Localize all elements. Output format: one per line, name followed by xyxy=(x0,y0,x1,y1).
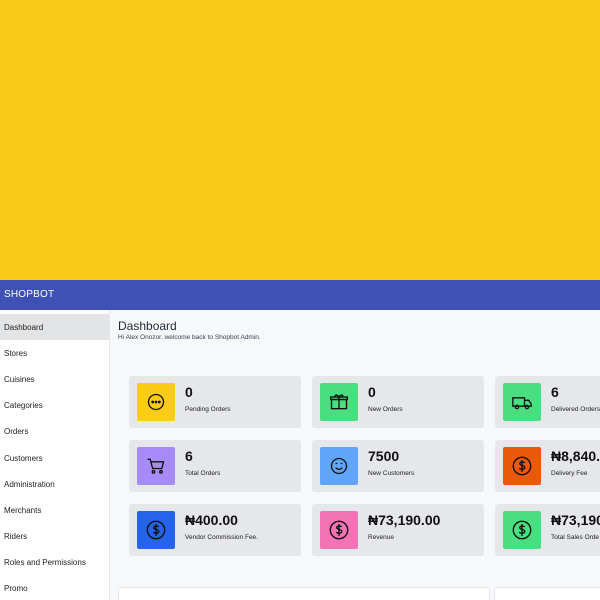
stat-value: ₦73,190.00 xyxy=(368,512,441,528)
sidebar-item-label: Categories xyxy=(4,401,43,411)
stat-card: 6 Total Orders xyxy=(129,440,301,492)
stat-value: 0 xyxy=(368,384,376,400)
stat-card: 0 Pending Orders xyxy=(129,376,301,428)
sidebar-item-categories[interactable]: Categories xyxy=(0,393,109,419)
top-banner xyxy=(0,0,600,280)
stat-card: ₦73,190.00 Revenue xyxy=(312,504,484,556)
stat-value: ₦400.00 xyxy=(185,512,238,528)
sidebar-item-roles-and-permissions[interactable]: Roles and Permissions xyxy=(0,550,109,576)
main-content: Dashboard Hi Alex Onozor. welcome back t… xyxy=(110,310,600,600)
app-title: SHOPBOT xyxy=(4,289,55,300)
stat-label: Total Sales Orde xyxy=(551,534,600,541)
sidebar-item-dashboard[interactable]: Dashboard xyxy=(0,314,109,341)
stat-label: Delivered Orders xyxy=(551,406,600,413)
sidebar-item-orders[interactable]: Orders xyxy=(0,419,109,445)
stat-label: Revenue xyxy=(368,534,395,541)
stat-value: 6 xyxy=(185,448,193,464)
bottom-panel-right xyxy=(494,587,600,600)
stat-value: 0 xyxy=(185,384,193,400)
page-subtitle: Hi Alex Onozor. welcome back to Shopbot … xyxy=(118,334,261,341)
sidebar-item-label: Administration xyxy=(4,479,55,489)
dollar-circle-icon xyxy=(320,511,358,549)
more-horizontal-icon xyxy=(137,383,175,421)
stat-card: 6 Delivered Orders xyxy=(495,376,600,428)
stat-card: ₦8,840. Delivery Fee xyxy=(495,440,600,492)
stat-label: Vendor Commission Fee. xyxy=(185,534,258,541)
stat-value: ₦8,840. xyxy=(551,448,600,464)
dollar-circle-icon xyxy=(503,447,541,485)
stat-label: New Customers xyxy=(368,470,415,477)
sidebar-item-label: Stores xyxy=(4,348,28,358)
dollar-circle-icon xyxy=(503,511,541,549)
stat-value: 6 xyxy=(551,384,559,400)
stat-card: 7500 New Customers xyxy=(312,440,484,492)
sidebar-item-merchants[interactable]: Merchants xyxy=(0,497,109,523)
sidebar-item-label: Merchants xyxy=(4,505,42,515)
sidebar-item-label: Roles and Permissions xyxy=(4,558,86,568)
sidebar-item-label: Orders xyxy=(4,427,29,437)
stat-label: Pending Orders xyxy=(185,406,231,413)
stat-label: Delivery Fee xyxy=(551,470,588,477)
sidebar-item-stores[interactable]: Stores xyxy=(0,340,109,366)
sidebar-item-riders[interactable]: Riders xyxy=(0,524,109,550)
sidebar-item-promo[interactable]: Promo xyxy=(0,576,109,600)
stat-label: Total Orders xyxy=(185,470,221,477)
stat-value: ₦73,190 xyxy=(551,512,600,528)
sidebar-item-cuisines[interactable]: Cuisines xyxy=(0,366,109,392)
sidebar-item-label: Promo xyxy=(4,584,28,594)
shopping-cart-icon xyxy=(137,447,175,485)
app-bar: SHOPBOT xyxy=(0,280,600,310)
stat-card: ₦400.00 Vendor Commission Fee. xyxy=(129,504,301,556)
stat-value: 7500 xyxy=(368,448,400,464)
sidebar-item-customers[interactable]: Customers xyxy=(0,445,109,471)
stat-card: 0 New Orders xyxy=(312,376,484,428)
delivery-van-icon xyxy=(503,383,541,421)
page-title: Dashboard xyxy=(118,319,177,333)
sidebar-item-label: Customers xyxy=(4,453,43,463)
smile-face-icon xyxy=(320,447,358,485)
dollar-circle-icon xyxy=(137,511,175,549)
gift-box-icon xyxy=(320,383,358,421)
sidebar: Dashboard Stores Cuisines Categories Orders C… xyxy=(0,310,110,600)
sidebar-item-label: Dashboard xyxy=(4,322,44,332)
sidebar-item-label: Cuisines xyxy=(4,374,35,384)
stat-card: ₦73,190 Total Sales Orde xyxy=(495,504,600,556)
sidebar-item-administration[interactable]: Administration xyxy=(0,471,109,497)
stat-label: New Orders xyxy=(368,406,403,413)
sidebar-item-label: Riders xyxy=(4,532,28,542)
bottom-panel-left xyxy=(118,587,490,600)
